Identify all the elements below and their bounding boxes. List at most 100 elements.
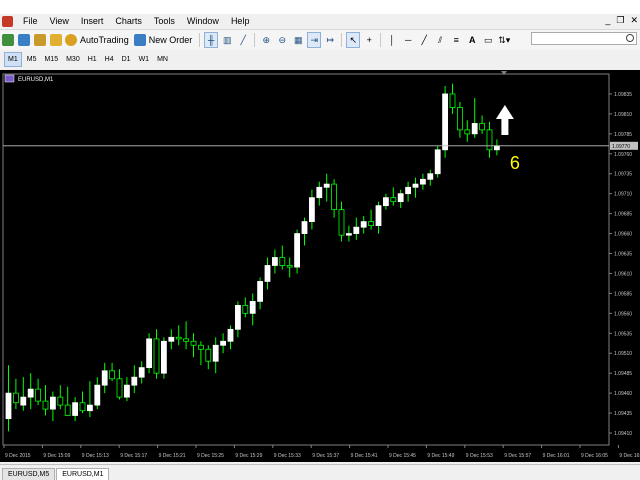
- candle-body: [316, 186, 323, 199]
- minimize-button[interactable]: _: [605, 15, 610, 26]
- candle-body: [227, 328, 234, 342]
- timeframe-h4[interactable]: H4: [102, 53, 117, 66]
- crosshair-icon: +: [366, 35, 372, 45]
- candle-body: [471, 123, 478, 135]
- restore-button[interactable]: ❐: [616, 15, 624, 26]
- candle-body: [434, 149, 441, 175]
- profiles-button[interactable]: [17, 32, 31, 48]
- candle-body: [308, 197, 315, 223]
- menu-insert[interactable]: Insert: [75, 14, 110, 29]
- candle-body: [449, 93, 456, 108]
- timeframe-w1[interactable]: W1: [136, 53, 153, 66]
- trendline-button[interactable]: ╱: [417, 32, 431, 48]
- autotrading-button[interactable]: AutoTrading: [65, 32, 132, 48]
- market-watch-button[interactable]: [33, 32, 47, 48]
- chart-tab-bar: EURUSD,M5 EURUSD,M1: [0, 464, 640, 480]
- tile-windows-button[interactable]: ▦: [291, 32, 305, 48]
- text-label-button[interactable]: ▭: [481, 32, 495, 48]
- menu-charts[interactable]: Charts: [109, 14, 148, 29]
- candle-body: [212, 344, 219, 362]
- bar-chart-icon: ╫: [208, 35, 215, 45]
- fibonacci-button[interactable]: ≡: [449, 32, 463, 48]
- y-tick-label: 1.09560: [614, 311, 632, 317]
- candle-body: [168, 336, 175, 342]
- tab-eurusd-m1[interactable]: EURUSD,M1: [56, 468, 110, 480]
- candle-body: [338, 209, 345, 236]
- menu-file[interactable]: File: [17, 14, 44, 29]
- chart-shift-button[interactable]: ⇥: [307, 32, 322, 48]
- arrows-button[interactable]: ⇅▾: [497, 32, 511, 48]
- x-tick-label: 9 Dec 16:05: [581, 453, 608, 459]
- cursor-button[interactable]: ↖: [346, 32, 361, 48]
- equidistant-channel-button[interactable]: ⫽: [433, 32, 447, 48]
- x-tick-label: 9 Dec 15:57: [504, 453, 531, 459]
- menu-bar: File View Insert Charts Tools Window Hel…: [0, 14, 640, 29]
- search-icon[interactable]: [626, 34, 634, 42]
- x-tick-label: 9 Dec 15:37: [312, 453, 339, 459]
- candlestick-button[interactable]: ▥: [220, 32, 234, 48]
- menu-tools[interactable]: Tools: [148, 14, 181, 29]
- y-tick-label: 1.09760: [614, 152, 632, 158]
- price-chart[interactable]: EURUSD,M1 1.09835 1.09810 1.09785 1.09760 1.0…: [0, 70, 640, 462]
- new-chart-icon: [2, 34, 14, 46]
- tab-eurusd-m5[interactable]: EURUSD,M5: [2, 468, 56, 480]
- chart-window[interactable]: EURUSD,M1 1.09835 1.09810 1.09785 1.09760 1.0…: [0, 70, 640, 462]
- new-order-button[interactable]: New Order: [133, 32, 196, 48]
- vertical-line-button[interactable]: │: [385, 32, 399, 48]
- candle-body: [390, 197, 397, 203]
- candlestick-icon: ▥: [222, 34, 232, 45]
- y-tick-label: 1.09810: [614, 112, 632, 118]
- candle-body: [368, 221, 375, 226]
- menu-view[interactable]: View: [44, 14, 75, 29]
- timeframe-m30[interactable]: M30: [63, 53, 83, 66]
- navigator-button[interactable]: [49, 32, 63, 48]
- close-button[interactable]: ✕: [630, 15, 638, 26]
- candle-body: [20, 396, 27, 406]
- candle-body: [257, 281, 264, 302]
- candle-body: [116, 378, 123, 398]
- crosshair-button[interactable]: +: [362, 32, 376, 48]
- candle-body: [234, 304, 241, 330]
- candle-body: [493, 145, 500, 151]
- candle-body: [294, 233, 301, 268]
- line-chart-button[interactable]: ╱: [236, 32, 250, 48]
- candle-body: [405, 186, 412, 195]
- zoom-out-icon: ⊖: [278, 34, 286, 45]
- x-tick-label: 9 Dec 15:49: [427, 453, 454, 459]
- x-tick-label: 9 Dec 15:09: [43, 453, 70, 459]
- autoscroll-icon: ↦: [326, 34, 334, 45]
- equidistant-channel-icon: ⫽: [438, 34, 443, 45]
- profiles-icon: [18, 34, 30, 46]
- search-input[interactable]: [531, 32, 637, 45]
- zoom-out-button[interactable]: ⊖: [275, 32, 289, 48]
- y-tick-label: 1.09435: [614, 411, 632, 417]
- text-icon: A: [468, 35, 476, 45]
- text-button[interactable]: A: [465, 32, 479, 48]
- candle-body: [5, 392, 12, 420]
- candle-body: [279, 257, 286, 266]
- candle-body: [456, 107, 463, 131]
- new-chart-button[interactable]: [1, 32, 15, 48]
- arrows-icon: ⇅▾: [498, 34, 511, 45]
- timeframe-m5[interactable]: M5: [24, 53, 40, 66]
- menu-window[interactable]: Window: [181, 14, 225, 29]
- candle-body: [331, 183, 338, 211]
- timeframe-h1[interactable]: H1: [85, 53, 100, 66]
- zoom-in-button[interactable]: ⊕: [259, 32, 273, 48]
- timeframe-d1[interactable]: D1: [119, 53, 134, 66]
- current-price-label: 1.09770: [612, 144, 630, 150]
- y-tick-label: 1.09535: [614, 331, 632, 337]
- candle-body: [360, 221, 367, 228]
- window-controls: _ ❐ ✕: [605, 15, 638, 26]
- bar-chart-button[interactable]: ╫: [204, 32, 219, 48]
- timeframe-m15[interactable]: M15: [41, 53, 61, 66]
- timeframe-m1[interactable]: M1: [4, 51, 22, 67]
- horizontal-line-button[interactable]: ─: [401, 32, 415, 48]
- menu-help[interactable]: Help: [225, 14, 256, 29]
- zoom-in-icon: ⊕: [262, 34, 270, 45]
- timeframe-mn[interactable]: MN: [154, 53, 171, 66]
- x-tick-label: 9 Dec 15:25: [197, 453, 224, 459]
- new-order-label: New Order: [148, 35, 193, 45]
- y-tick-label: 1.09660: [614, 232, 632, 238]
- autoscroll-button[interactable]: ↦: [323, 32, 337, 48]
